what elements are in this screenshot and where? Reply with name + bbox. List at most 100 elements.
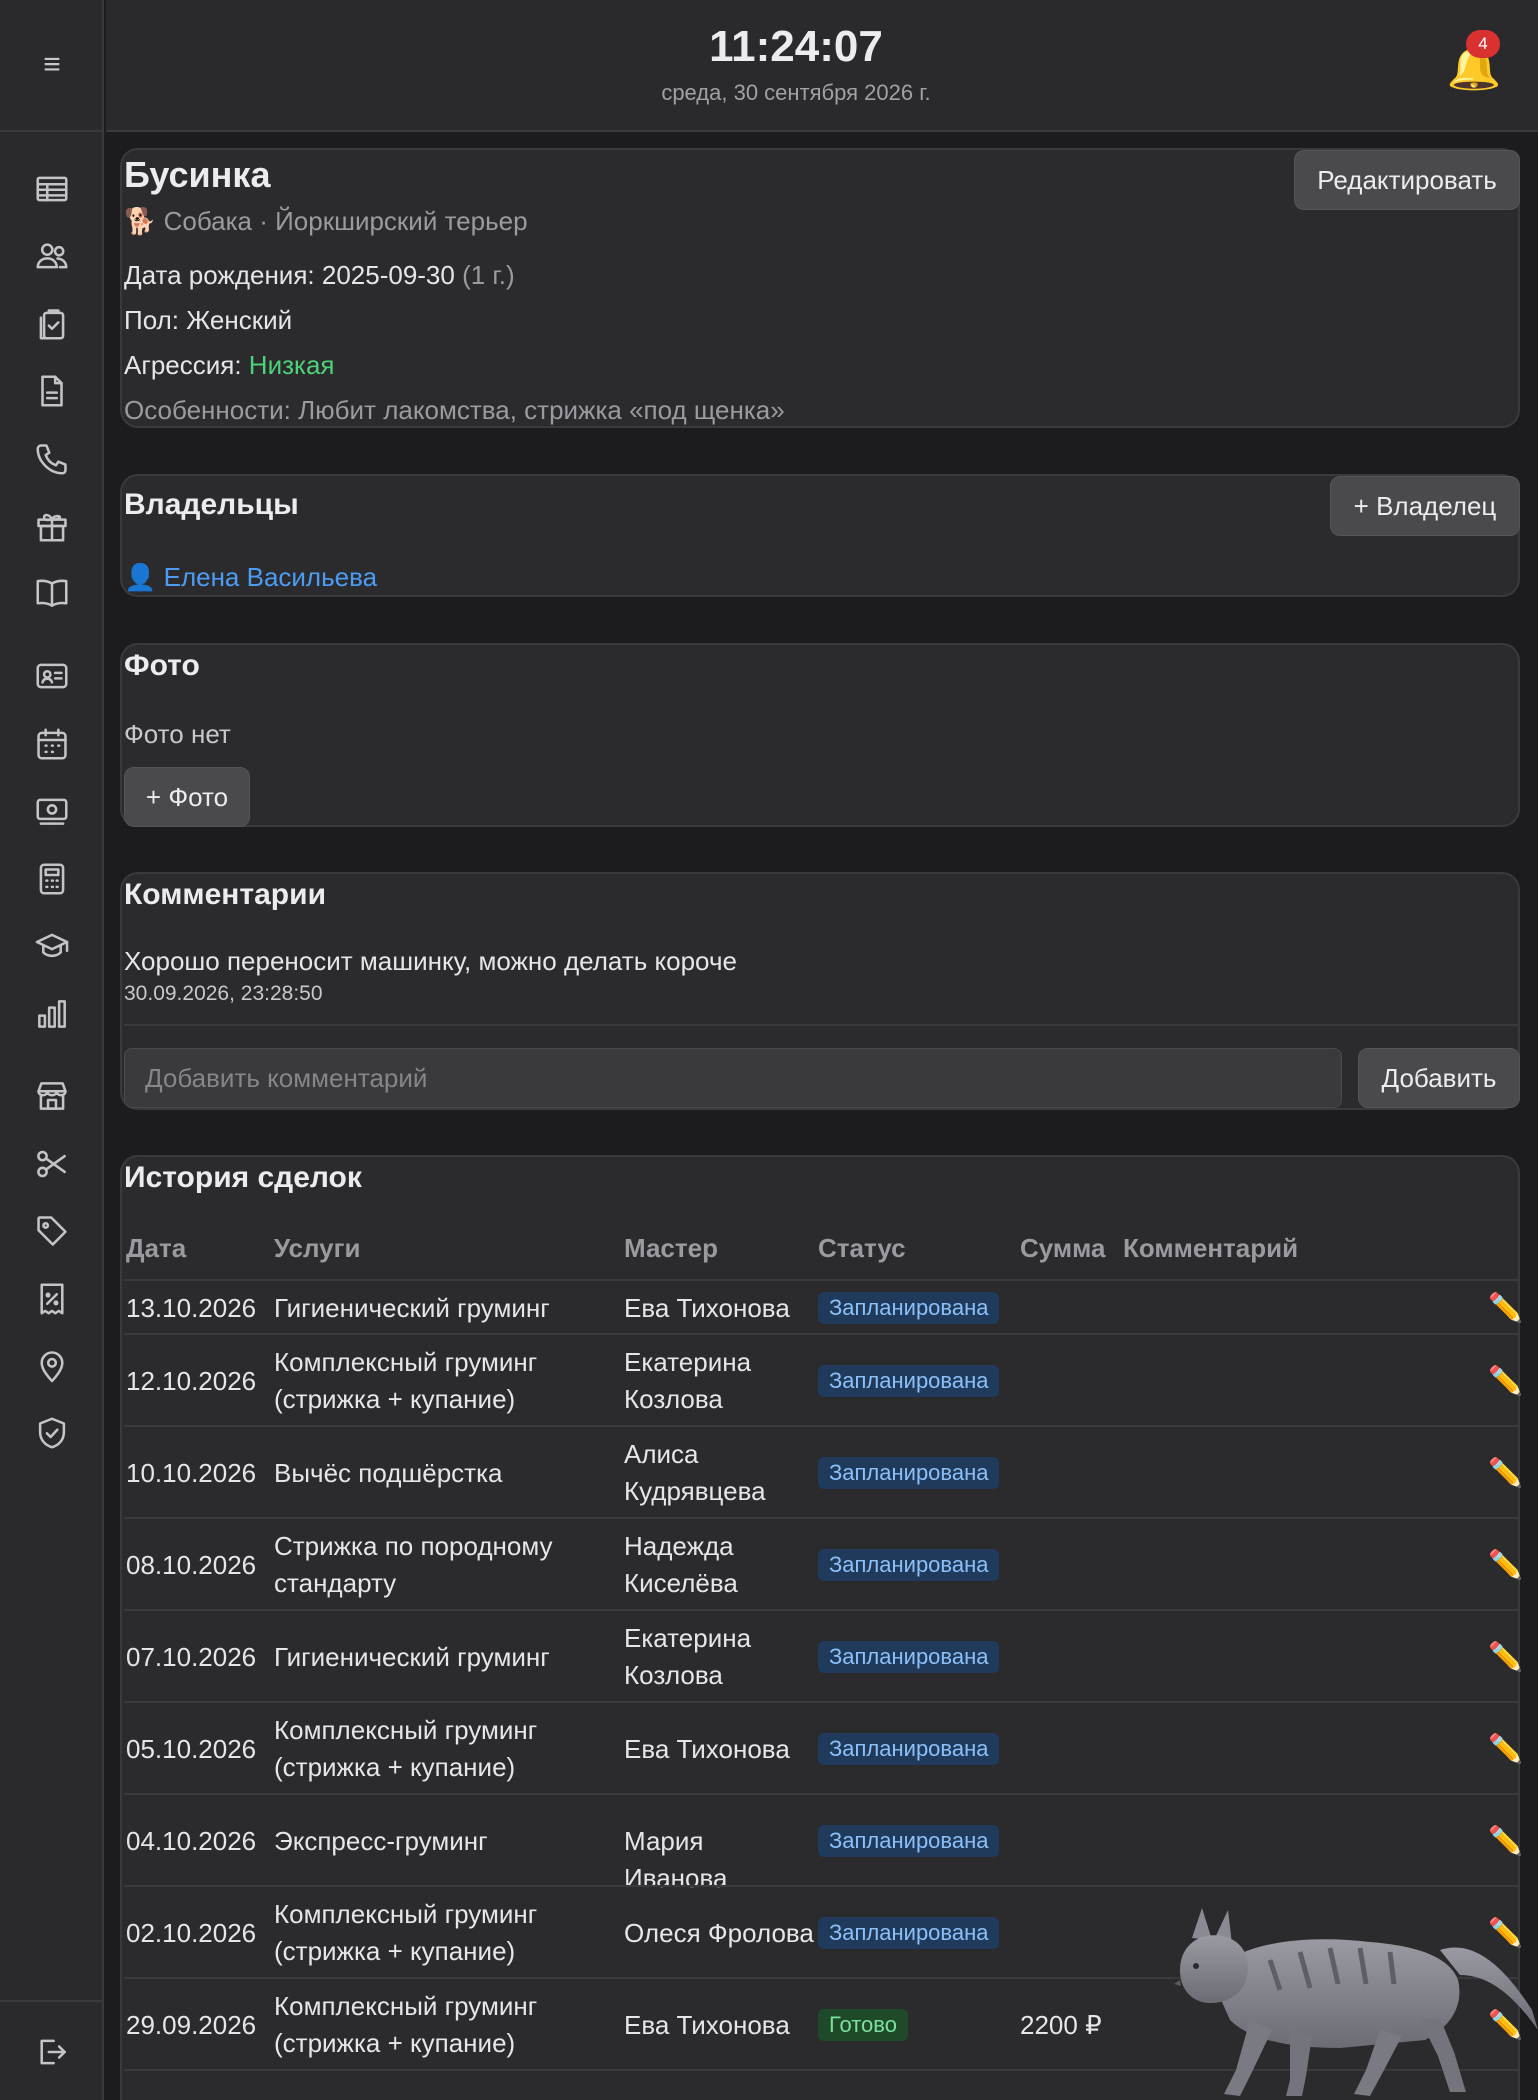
pet-gender: Пол: Женский [124, 305, 292, 336]
column-header-date: Дата [126, 1233, 187, 1263]
app-root: ≡ 11:24:07 среда, 30 сентября 2026 г. 🔔 … [0, 0, 1538, 2100]
table-row: 02.10.2026 Комплексный груминг (стрижка +… [124, 1885, 1523, 1977]
hamburger-icon[interactable]: ≡ [0, 0, 104, 132]
bar-chart-icon[interactable] [22, 986, 82, 1042]
deal-date: 08.10.2026 [126, 1550, 257, 1580]
table-icon[interactable] [22, 161, 82, 217]
comment-input[interactable] [124, 1048, 1342, 1108]
table-row: 07.10.2026 Гигиенический груминг Екатерина… [124, 1609, 1523, 1701]
pencil-edit-icon[interactable]: ✏️ [1488, 1732, 1523, 1765]
pencil-edit-icon[interactable]: ✏️ [1488, 1364, 1523, 1397]
scissors-icon[interactable] [22, 1136, 82, 1192]
document-icon[interactable] [22, 363, 82, 419]
owner-link[interactable]: 👤 Елена Васильева [124, 562, 377, 593]
gift-icon[interactable] [22, 498, 82, 554]
book-icon[interactable] [22, 565, 82, 621]
owners-title: Владельцы [124, 488, 299, 521]
store-icon[interactable] [22, 1068, 82, 1124]
table-row: 12.10.2026 Комплексный груминг (стрижка +… [124, 1333, 1523, 1425]
column-header-master: Мастер [624, 1233, 718, 1263]
table-row: 05.10.2026 Комплексный груминг (стрижка +… [124, 1701, 1523, 1793]
deal-master: Ева Тихонова [624, 2010, 790, 2040]
pet-aggression: Агрессия: Низкая [124, 350, 335, 381]
pencil-edit-icon[interactable]: ✏️ [1488, 1456, 1523, 1489]
deal-master: Екатерина Козлова [624, 1347, 752, 1414]
deals-title: История сделок [124, 1161, 362, 1194]
comment-divider [124, 1024, 1520, 1026]
receipt-percent-icon[interactable] [22, 1271, 82, 1327]
photos-empty-text: Фото нет [124, 719, 231, 749]
pencil-edit-icon[interactable]: ✏️ [1488, 1916, 1523, 1949]
add-owner-button[interactable]: + Владелец [1330, 476, 1520, 536]
add-comment-button[interactable]: Добавить [1358, 1048, 1520, 1108]
deals-history-card: История сделок Дата Услуги Мастер Статус… [120, 1155, 1523, 2100]
deal-master: Надежда Киселёва [624, 1531, 738, 1598]
pencil-edit-icon[interactable]: ✏️ [1488, 2008, 1523, 2041]
deal-master: Ева Тихонова [624, 1734, 790, 1764]
phone-icon[interactable] [22, 431, 82, 487]
table-row: 29.09.2026 Комплексный груминг (стрижка +… [124, 1977, 1523, 2069]
deal-master: Екатерина Козлова [624, 1623, 752, 1690]
status-badge: Запланирована [818, 1292, 1000, 1324]
photos-title: Фото [124, 649, 200, 682]
calendar-icon[interactable] [22, 716, 82, 772]
column-header-status: Статус [818, 1233, 906, 1263]
status-badge: Запланирована [818, 1641, 1000, 1673]
deal-date: 07.10.2026 [126, 1642, 257, 1672]
column-header-comment: Комментарий [1123, 1233, 1299, 1263]
deal-service: Гигиенический груминг [274, 1293, 550, 1323]
pencil-edit-icon[interactable]: ✏️ [1488, 1824, 1523, 1857]
deal-date: 13.10.2026 [126, 1293, 257, 1323]
pet-species-breed: 🐕 Собака · Йоркширский терьер [124, 206, 528, 236]
graduation-cap-icon[interactable] [22, 918, 82, 974]
clipboard-check-icon[interactable] [22, 296, 82, 352]
pet-name: Бусинка [124, 154, 271, 195]
deal-date: 29.09.2026 [126, 2010, 257, 2040]
deal-date: 02.10.2026 [126, 1918, 257, 1948]
deal-service: Комплексный груминг (стрижка + купание) [274, 1899, 538, 1966]
calculator-icon[interactable] [22, 851, 82, 907]
edit-pet-button[interactable]: Редактировать [1294, 150, 1520, 210]
column-header-sum: Сумма [1020, 1233, 1106, 1263]
deal-service: Комплексный груминг (стрижка + купание) [274, 1347, 538, 1414]
clock: 11:24:07 [709, 22, 883, 71]
logout-icon[interactable] [22, 2024, 82, 2080]
status-badge: Запланирована [818, 1365, 1000, 1397]
shield-check-icon[interactable] [22, 1405, 82, 1461]
sidebar: ≡ [0, 0, 104, 2100]
birth-label: Дата рождения: [124, 260, 322, 290]
pet-age: (1 г.) [454, 260, 515, 290]
users-icon[interactable] [22, 228, 82, 284]
table-row: 08.10.2026 Стрижка по породному стандарту… [124, 1517, 1523, 1609]
column-header-services: Услуги [274, 1233, 361, 1263]
deal-service: Стрижка по породному стандарту [274, 1531, 553, 1598]
pet-info-card: Бусинка Редактировать 🐕 Собака · Йоркшир… [120, 148, 1520, 428]
pencil-edit-icon[interactable]: ✏️ [1488, 1640, 1523, 1673]
aggression-label: Агрессия: [124, 350, 249, 380]
cash-icon[interactable] [22, 783, 82, 839]
pencil-edit-icon[interactable]: ✏️ [1488, 1291, 1523, 1324]
status-badge: Запланирована [818, 1457, 1000, 1489]
deal-date: 05.10.2026 [126, 1734, 257, 1764]
deal-master: Ева Тихонова [624, 1293, 790, 1323]
photos-card: Фото Фото нет + Фото [120, 643, 1520, 827]
deal-sum: 2200 ₽ [1020, 2010, 1102, 2040]
pencil-edit-icon[interactable]: ✏️ [1488, 1548, 1523, 1581]
deal-service: Комплексный груминг (стрижка + купание) [274, 1715, 538, 1782]
deal-service: Вычёс подшёрстка [274, 1458, 503, 1488]
comments-title: Комментарии [124, 878, 327, 911]
tag-icon[interactable] [22, 1203, 82, 1259]
birth-value: 2025-09-30 [321, 260, 455, 290]
deal-master: Олеся Фролова [624, 1918, 814, 1948]
comment-text: Хорошо переносит машинку, можно делать к… [124, 946, 737, 976]
deal-date: 10.10.2026 [126, 1458, 257, 1488]
top-header: 11:24:07 среда, 30 сентября 2026 г. 🔔 4 [106, 0, 1538, 132]
table-row: 10.10.2026 Вычёс подшёрстка Алиса Кудрявце… [124, 1425, 1523, 1517]
location-pin-icon[interactable] [22, 1338, 82, 1394]
comment-timestamp: 30.09.2026, 23:28:50 [124, 982, 323, 1005]
gender-label: Пол: [124, 305, 187, 335]
current-date: среда, 30 сентября 2026 г. [661, 80, 931, 105]
pet-features: Особенности: Любит лакомства, стрижка «п… [124, 395, 785, 425]
add-photo-button[interactable]: + Фото [124, 767, 250, 827]
id-card-icon[interactable] [22, 648, 82, 704]
